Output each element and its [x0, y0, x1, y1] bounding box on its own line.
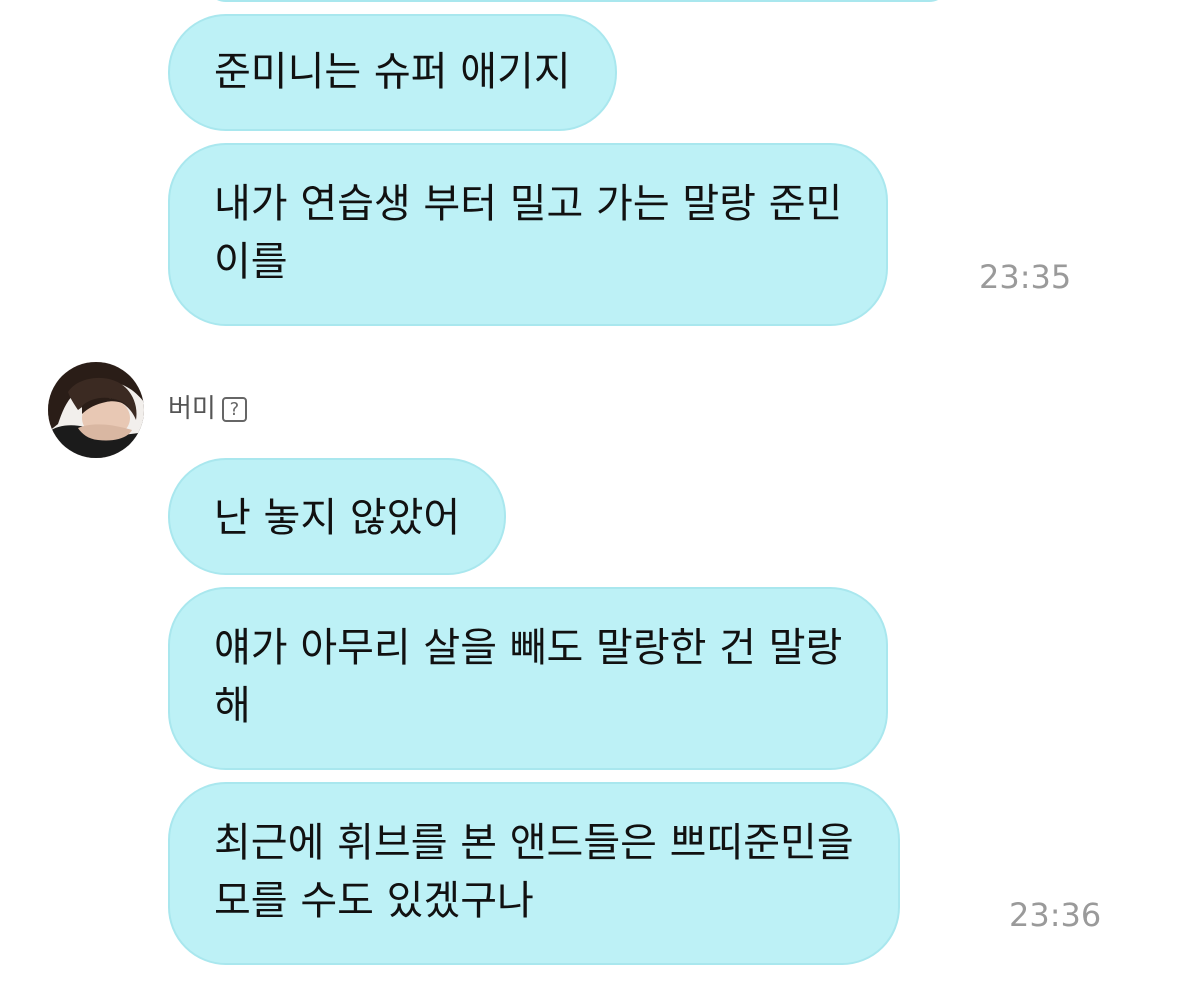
- message-bubble[interactable]: 최근에 휘브를 본 앤드들은 쁘띠준민을 모를 수도 있겠구나: [168, 782, 900, 965]
- message-text-line: 최근에 휘브를 본 앤드들은 쁘띠준민을: [214, 820, 854, 866]
- previous-message-bubble[interactable]: [205, 0, 950, 2]
- sender-name[interactable]: 버미: [168, 392, 216, 426]
- message-text-line: 해: [214, 683, 251, 729]
- chat-thread: 준미니는 슈퍼 애기지 내가 연습생 부터 밀고 가는 말랑 준민 이를 23:…: [0, 0, 1184, 992]
- message-bubble[interactable]: 난 놓지 않았어: [168, 458, 507, 575]
- message-text-line: 얘가 아무리 살을 빼도 말랑한 건 말랑: [214, 625, 843, 671]
- message-timestamp: 23:36: [1009, 896, 1102, 934]
- message-bubble[interactable]: 준미니는 슈퍼 애기지: [168, 14, 617, 131]
- message-bubble[interactable]: 얘가 아무리 살을 빼도 말랑한 건 말랑 해: [168, 587, 889, 770]
- message-text: 준미니는 슈퍼 애기지: [214, 49, 571, 95]
- sender-header: 버미 ?: [168, 392, 247, 426]
- question-mark-icon[interactable]: ?: [221, 396, 247, 422]
- avatar[interactable]: [48, 362, 144, 458]
- avatar-photo: [48, 362, 144, 458]
- message-text-line: 모를 수도 있겠구나: [214, 878, 534, 924]
- message-timestamp: 23:35: [979, 258, 1072, 296]
- message-bubble[interactable]: 내가 연습생 부터 밀고 가는 말랑 준민 이를: [168, 143, 889, 326]
- message-text: 난 놓지 않았어: [214, 495, 461, 541]
- message-text-line: 이를: [214, 239, 288, 285]
- message-text-line: 내가 연습생 부터 밀고 가는 말랑 준민: [214, 181, 843, 227]
